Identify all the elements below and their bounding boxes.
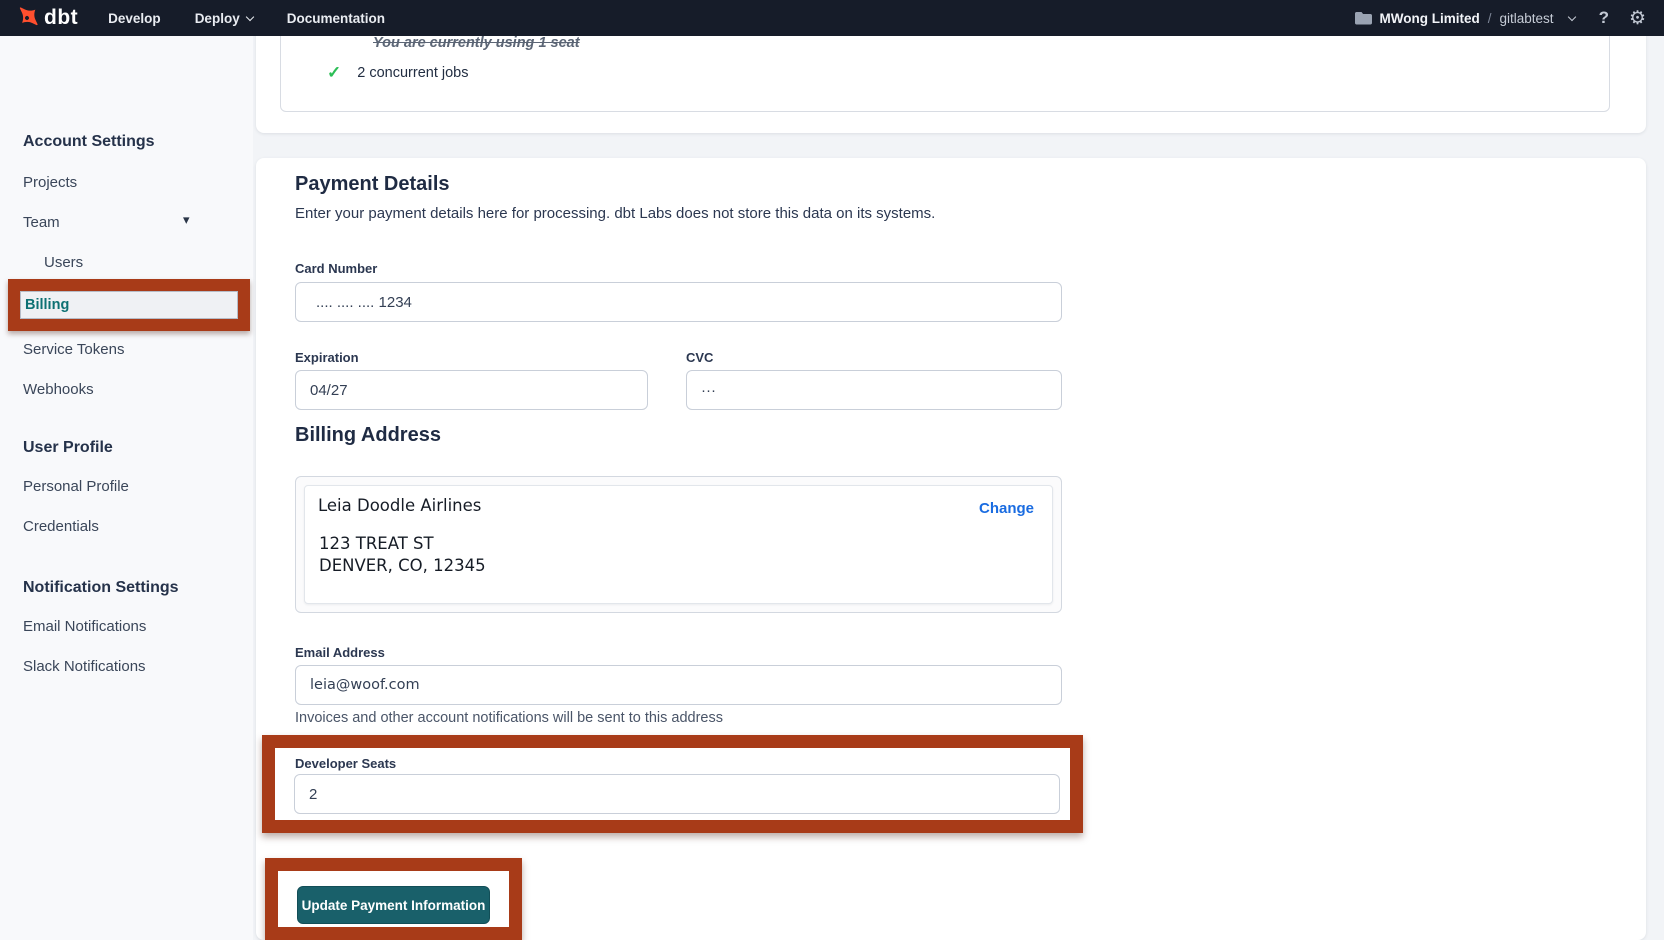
dropdown-triangle-icon[interactable]: ▾ [183, 212, 190, 228]
plan-feature-row: ✓ 2 concurrent jobs [327, 63, 468, 83]
dbt-logo-text: dbt [44, 6, 78, 30]
sidebar-item-credentials[interactable]: Credentials [23, 518, 99, 535]
nav-link-deploy[interactable]: Deploy [195, 11, 253, 26]
sidebar-item-billing[interactable]: Billing [25, 297, 69, 313]
developer-seats-input[interactable] [294, 774, 1060, 814]
cvc-input[interactable] [686, 370, 1062, 410]
sidebar-item-users[interactable]: Users [44, 254, 83, 271]
chevron-down-icon [245, 12, 253, 20]
cvc-label: CVC [686, 350, 713, 365]
sidebar-item-personal-profile[interactable]: Personal Profile [23, 478, 129, 495]
email-helper-text: Invoices and other account notifications… [295, 710, 723, 726]
sidebar-item-team[interactable]: Team [23, 214, 60, 231]
check-icon: ✓ [327, 63, 341, 83]
dbt-logo-icon [14, 5, 40, 31]
account-project-switcher[interactable]: MWong Limited / gitlabtest [1355, 11, 1575, 26]
card-number-input[interactable] [295, 282, 1062, 322]
account-name: MWong Limited [1380, 11, 1480, 26]
billing-address-name: Leia Doodle Airlines [318, 496, 481, 515]
breadcrumb-separator: / [1488, 11, 1492, 26]
sidebar-item-billing-row: Billing [20, 291, 238, 319]
nav-link-documentation[interactable]: Documentation [287, 11, 385, 26]
settings-sidebar: Account Settings Projects Team ▾ Users B… [0, 36, 253, 940]
sidebar-item-service-tokens[interactable]: Service Tokens [23, 341, 124, 358]
dbt-logo[interactable]: dbt [14, 5, 78, 31]
email-address-label: Email Address [295, 645, 385, 660]
card-number-label: Card Number [295, 261, 377, 276]
concurrent-jobs-text: 2 concurrent jobs [357, 65, 468, 81]
billing-address-line2: DENVER, CO, 12345 [319, 556, 486, 575]
sidebar-header-account-settings: Account Settings [23, 133, 155, 151]
sidebar-item-projects[interactable]: Projects [23, 174, 77, 191]
seat-usage-note: You are currently using 1 seat [373, 35, 580, 51]
chevron-down-icon [1567, 12, 1575, 20]
sidebar-item-webhooks[interactable]: Webhooks [23, 381, 94, 398]
sidebar-item-slack-notifications[interactable]: Slack Notifications [23, 658, 146, 675]
email-address-input[interactable] [295, 665, 1062, 705]
payment-details-card: Payment Details Enter your payment detai… [256, 158, 1646, 940]
payment-details-title: Payment Details [295, 173, 450, 196]
billing-address-line1: 123 TREAT ST [319, 534, 434, 553]
billing-address-panel: Leia Doodle Airlines Change 123 TREAT ST… [304, 485, 1053, 604]
sidebar-header-notification-settings: Notification Settings [23, 579, 179, 597]
update-payment-information-button[interactable]: Update Payment Information [297, 886, 490, 924]
top-navbar: dbt Develop Deploy Documentation MWong L… [0, 0, 1664, 36]
sidebar-header-user-profile: User Profile [23, 439, 113, 457]
help-icon[interactable]: ? [1599, 8, 1609, 28]
annotation-box-billing: Billing [8, 279, 250, 331]
billing-address-title: Billing Address [295, 424, 441, 447]
sidebar-item-email-notifications[interactable]: Email Notifications [23, 618, 146, 635]
annotation-box-update-button: Update Payment Information [265, 858, 522, 940]
folder-icon [1355, 11, 1372, 25]
annotation-box-developer-seats: Developer Seats [262, 735, 1083, 833]
expiration-label: Expiration [295, 350, 359, 365]
change-address-link[interactable]: Change [979, 500, 1034, 517]
nav-link-develop[interactable]: Develop [108, 11, 161, 26]
billing-address-box: Leia Doodle Airlines Change 123 TREAT ST… [295, 476, 1062, 613]
developer-seats-label: Developer Seats [295, 756, 396, 771]
gear-icon[interactable]: ⚙ [1629, 9, 1646, 28]
project-name: gitlabtest [1500, 11, 1554, 26]
payment-details-subtitle: Enter your payment details here for proc… [295, 205, 935, 222]
expiration-input[interactable] [295, 370, 648, 410]
